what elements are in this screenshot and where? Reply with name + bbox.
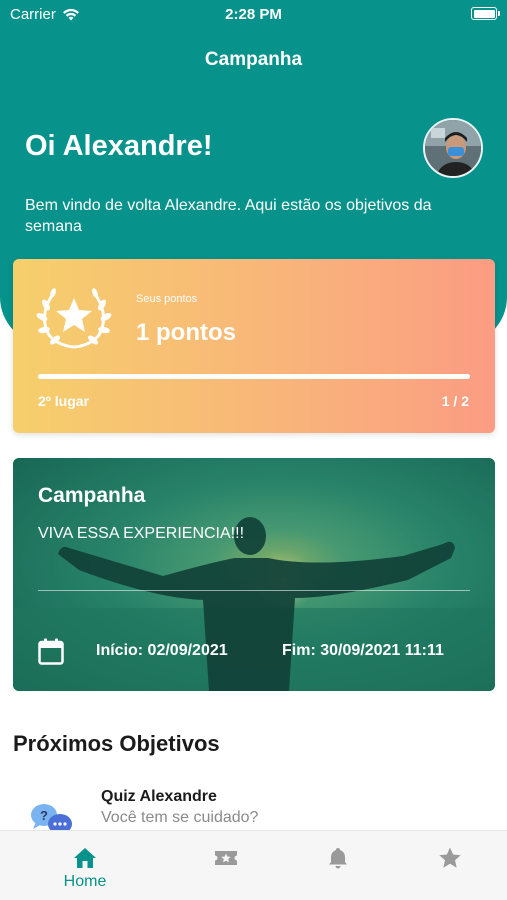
avatar[interactable] <box>423 118 483 178</box>
points-progress-bar <box>38 374 470 379</box>
points-label: Seus pontos <box>136 293 198 305</box>
divider <box>38 590 470 591</box>
tab-rewards[interactable] <box>170 831 282 900</box>
section-title-objectives: Próximos Objetivos <box>13 731 220 756</box>
campaign-end-date: Fim: 30/09/2021 11:11 <box>282 642 444 659</box>
objective-list-item[interactable]: ? Quiz Alexandre Você tem se cuidado? <box>0 780 507 834</box>
objective-title: Quiz Alexandre <box>101 788 217 805</box>
points-card[interactable]: Seus pontos 1 pontos 2º lugar 1 / 2 <box>13 259 495 433</box>
objective-description: Você tem se cuidado? <box>101 809 259 826</box>
greeting-heading: Oi Alexandre! <box>25 130 213 162</box>
page-title: Campanha <box>204 49 303 70</box>
points-progress-fill <box>38 374 470 379</box>
campaign-card[interactable]: Campanha VIVA ESSA EXPERIENCIA!!! Início… <box>13 458 495 691</box>
status-time: 2:28 PM <box>225 6 282 23</box>
home-icon <box>74 848 96 868</box>
tab-home-label: Home <box>63 873 107 890</box>
calendar-icon <box>38 638 64 665</box>
laurel-star-icon <box>36 288 112 349</box>
status-bar: Carrier 2:28 PM <box>0 0 507 30</box>
campaign-subtitle: VIVA ESSA EXPERIENCIA!!! <box>38 525 245 542</box>
tab-favorites[interactable] <box>394 831 506 900</box>
tab-bar: Home <box>0 830 507 900</box>
tab-home[interactable]: Home <box>29 831 141 900</box>
star-icon <box>439 847 461 868</box>
welcome-message: Bem vindo de volta Alexandre. Aqui estão… <box>25 197 432 235</box>
ticket-star-icon <box>215 851 237 865</box>
rank-count: 1 / 2 <box>441 393 469 409</box>
battery-icon <box>471 7 500 20</box>
points-value: 1 pontos <box>136 319 236 346</box>
bell-icon <box>329 848 347 869</box>
rank-position: 2º lugar <box>38 393 90 409</box>
tab-notifications[interactable] <box>282 831 394 900</box>
svg-text:?: ? <box>40 808 48 823</box>
campaign-title: Campanha <box>38 484 146 507</box>
campaign-start-date: Início: 02/09/2021 <box>96 642 228 659</box>
